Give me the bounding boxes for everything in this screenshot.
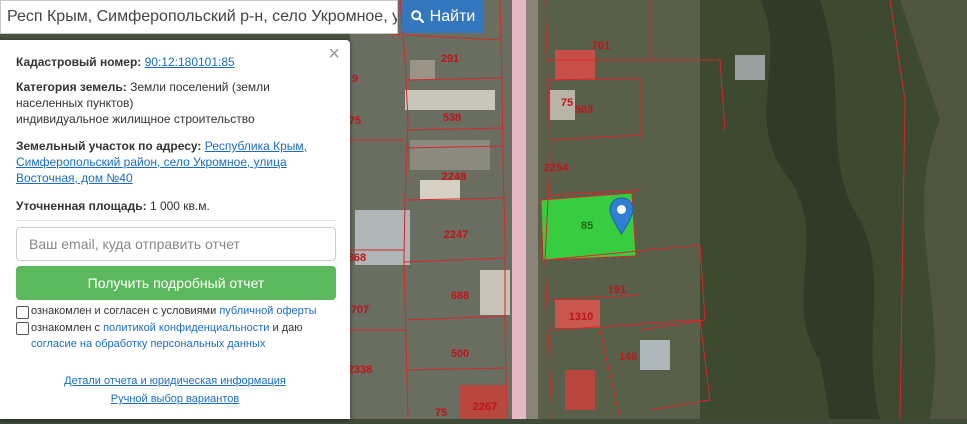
address-search-input[interactable]: Респ Крым, Симферопольский р-н, село Укр…	[0, 0, 398, 34]
search-icon	[410, 10, 424, 23]
parcel-label: 75	[349, 115, 361, 127]
data-consent-row: согласие на обработку персональных данны…	[31, 336, 265, 352]
parcel-label: 500	[451, 348, 469, 360]
parcel-label: 2267	[473, 401, 497, 413]
parcel-label: 503	[575, 104, 593, 116]
privacy-policy-link[interactable]: политикой конфиденциальности	[103, 322, 269, 334]
divider	[16, 220, 336, 221]
address-link[interactable]: Республика Крым,	[205, 139, 307, 153]
offer-checkbox[interactable]	[16, 306, 29, 319]
parcel-label: 146	[619, 351, 637, 363]
parcel-label: 2338	[348, 364, 372, 376]
cadastral-number-link[interactable]: 90:12:180101:85	[145, 55, 235, 69]
cadastral-row: Кадастровый номер: 90:12:180101:85	[16, 54, 336, 70]
area-row: Уточненная площадь: 1 000 кв.м.	[16, 198, 336, 214]
category-value-2: населенных пунктов)	[16, 96, 134, 110]
report-details-link[interactable]: Детали отчета и юридическая информация	[64, 375, 286, 387]
parcel-label: 701	[592, 40, 610, 52]
parcel-label: 191	[608, 284, 626, 296]
parcel-label: 9	[352, 73, 358, 85]
get-report-button[interactable]: Получить подробный отчет	[16, 266, 336, 300]
parcel-label: 688	[451, 290, 469, 302]
privacy-consent-label: ознакомлен с	[31, 322, 104, 334]
parcel-info-panel: × Кадастровый номер: 90:12:180101:85 Кат…	[0, 40, 350, 419]
offer-consent-text: ознакомлен и согласен с условиями публич…	[31, 303, 317, 319]
category-value-3: индивидуальное жилищное строительство	[16, 112, 255, 126]
public-offer-link[interactable]: публичной оферты	[219, 305, 316, 317]
area-label: Уточненная площадь:	[16, 199, 147, 213]
email-field[interactable]: Ваш email, куда отправить отчет	[16, 227, 336, 261]
area-value: 1 000 кв.м.	[149, 199, 210, 213]
privacy-consent-text: ознакомлен с политикой конфиденциальност…	[31, 320, 302, 336]
address-label: Земельный участок по адресу:	[16, 139, 202, 153]
privacy-checkbox[interactable]	[16, 322, 29, 335]
category-label: Категория земель:	[16, 80, 127, 94]
data-processing-consent-link[interactable]: согласие на обработку персональных данны…	[31, 338, 265, 350]
address-link[interactable]: Симферопольский район, село Укромное, ул…	[16, 155, 287, 169]
parcel-label: 538	[443, 112, 461, 124]
category-row: Категория земель: Земли поселений (земли…	[16, 79, 336, 127]
privacy-consent-tail: и даю	[269, 322, 303, 334]
footer-links-2: Ручной выбор вариантов	[0, 393, 350, 405]
footer-links: Детали отчета и юридическая информация	[0, 375, 350, 387]
cadastral-label: Кадастровый номер:	[16, 55, 142, 69]
map-pin-icon[interactable]	[609, 197, 634, 240]
offer-consent-label: ознакомлен и согласен с условиями	[31, 305, 220, 317]
address-link[interactable]: Восточная, дом №40	[16, 171, 133, 185]
parcel-label: 75	[561, 97, 573, 109]
category-value: Земли поселений (земли	[130, 80, 270, 94]
search-button-label: Найти	[429, 8, 476, 25]
parcel-label: 75	[435, 407, 447, 419]
parcel-label: 368	[348, 252, 366, 264]
parcel-label: 2248	[442, 171, 466, 183]
address-row: Земельный участок по адресу: Республика …	[16, 138, 336, 186]
manual-selection-link[interactable]: Ручной выбор вариантов	[111, 393, 239, 405]
parcel-label: 85	[581, 220, 593, 232]
search-button[interactable]: Найти	[402, 0, 484, 33]
parcel-label: 291	[441, 53, 459, 65]
parcel-label: 2254	[544, 162, 569, 174]
parcel-label: 707	[351, 304, 369, 316]
parcel-label: 1310	[569, 311, 593, 323]
parcel-label: 2247	[444, 229, 468, 241]
